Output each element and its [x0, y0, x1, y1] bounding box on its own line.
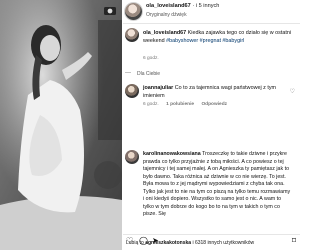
- comment-likes[interactable]: 1 polubienie: [166, 102, 194, 107]
- reply-button[interactable]: Odpowiedz: [201, 102, 227, 107]
- liked-by-prefix: Lubią to: [126, 240, 144, 246]
- for-you-label: Dla Ciebie: [137, 71, 161, 77]
- caption-tags[interactable]: #babyshower #pregnat #babygirl: [166, 38, 244, 44]
- post-photo[interactable]: [0, 0, 122, 250]
- post-image: [0, 0, 122, 250]
- post-side-panel: ola_loveisland67 · i 5 innych Oryginalny…: [123, 0, 300, 250]
- comment-avatar[interactable]: [125, 150, 139, 164]
- author-line: ola_loveisland67 · i 5 innych: [146, 3, 220, 9]
- caption-username[interactable]: ola_loveisland67: [143, 30, 186, 36]
- comment-time: 6 godz.: [143, 102, 159, 107]
- liked-by-user[interactable]: agnieszkakotonska: [145, 240, 191, 246]
- collab-suffix[interactable]: i 5 innych: [196, 3, 220, 9]
- liked-by-suffix[interactable]: i 6318 innych użytkowników: [192, 240, 254, 246]
- camera-icon: [104, 7, 116, 15]
- comment-username[interactable]: karolinanowakowsiana: [143, 151, 201, 157]
- comment-text: Troszeczkę to takie dziwne i przykre pra…: [143, 151, 291, 217]
- like-comment-icon[interactable]: ♡: [290, 88, 295, 95]
- post-header: ola_loveisland67 · i 5 innych Oryginalny…: [123, 0, 300, 24]
- caption-time: 6 godz.: [143, 56, 159, 61]
- comment-avatar[interactable]: [125, 84, 139, 98]
- for-you-label-row: — Dla Ciebie: [123, 70, 300, 78]
- liked-by-line: Lubią to agnieszkakotonska i 6318 innych…: [126, 240, 300, 246]
- avatar[interactable]: [125, 3, 142, 20]
- caption: ola_loveisland67 Kiedka zajawka tego co …: [143, 30, 298, 45]
- comment-meta: 6 godz. 1 polubienie Odpowiedz: [143, 102, 227, 107]
- divider-icon: —: [125, 70, 131, 76]
- author-username[interactable]: ola_loveisland67: [146, 3, 191, 9]
- original-audio[interactable]: Oryginalny dźwięk: [146, 12, 187, 18]
- comment-text-block: karolinanowakowsiana Troszeczkę to takie…: [143, 151, 291, 219]
- caption-avatar[interactable]: [125, 28, 139, 42]
- comment-text-block: joannajuliar Co to za tajemnica wagi pań…: [143, 85, 283, 100]
- comment-username[interactable]: joannajuliar: [143, 85, 173, 91]
